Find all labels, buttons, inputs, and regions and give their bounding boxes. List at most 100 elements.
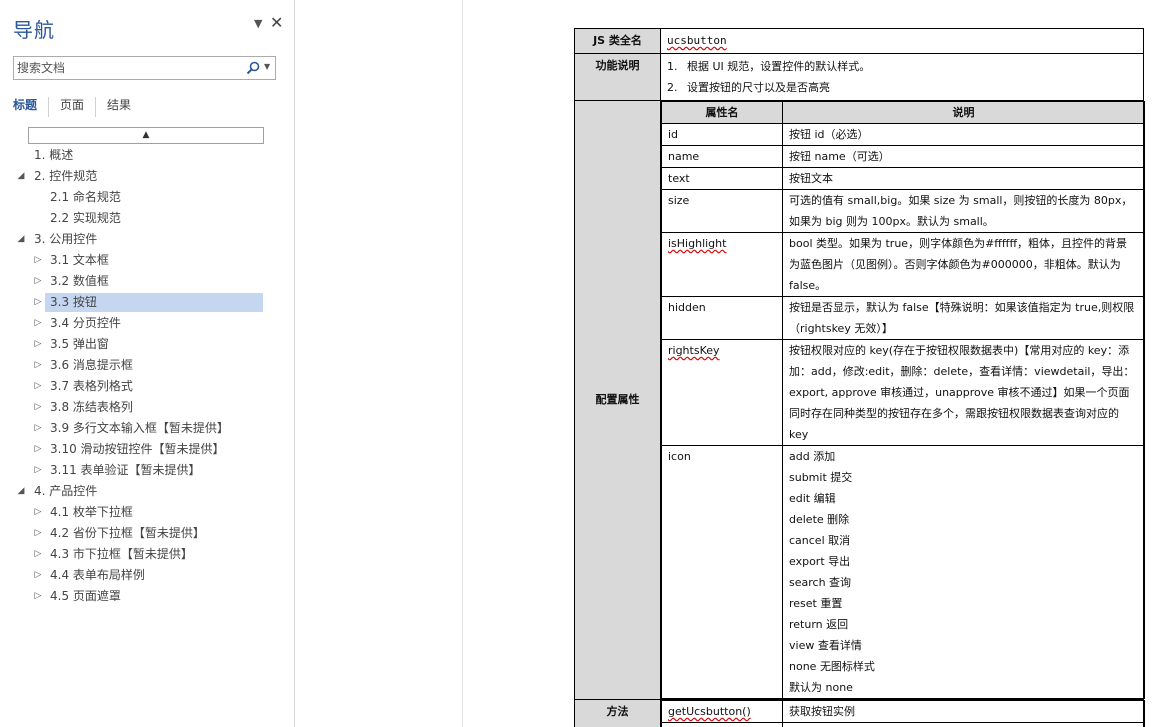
attribute-row-icon: icon add 添加 submit 提交 edit 编辑 delete 删除 cance… — [661, 445, 1145, 699]
nav-tree-item-label: 4.4 表单布局样例 — [50, 568, 145, 582]
attribute-header-row: 属性名 说明 — [661, 101, 1145, 124]
icon-option: cancel 取消 — [789, 534, 851, 547]
nav-tree-item[interactable]: ▷ 3.8 冻结表格列 — [0, 397, 295, 418]
nav-tree-item[interactable]: 2.2 实现规范 — [0, 208, 295, 229]
method-row-item: setText(value)设置按钮的文字 — [661, 722, 1145, 727]
attr-name-text: rightsKey — [668, 344, 720, 357]
search-options-icon[interactable]: ▼ — [264, 62, 270, 71]
nav-tree-item[interactable]: ▷ 4.3 市下拉框【暂未提供】 — [0, 544, 295, 565]
collapsed-arrow-icon[interactable]: ▷ — [32, 460, 44, 481]
collapsed-arrow-icon[interactable]: ▷ — [32, 523, 44, 544]
icon-option: view 查看详情 — [789, 639, 862, 652]
attr-name-text: id — [668, 128, 679, 141]
nav-tree-item[interactable]: ◢ 2. 控件规范 — [0, 166, 295, 187]
nav-tree-item[interactable]: ◢ 3. 公用控件 — [0, 229, 295, 250]
collapsed-arrow-icon[interactable]: ▷ — [32, 355, 44, 376]
tab-headings[interactable]: 标题 — [13, 97, 48, 117]
collapsed-arrow-icon[interactable]: ▷ — [32, 292, 44, 313]
js-class-value: ucsbutton — [667, 34, 727, 47]
method-name-text: getUcsbutton() — [668, 705, 751, 718]
attr-name: text — [661, 167, 783, 190]
collapsed-arrow-icon[interactable]: ▷ — [32, 376, 44, 397]
collapsed-arrow-icon[interactable]: ▷ — [32, 313, 44, 334]
method-label: 方法 — [574, 699, 661, 727]
attr-name: icon — [661, 445, 783, 699]
icon-option: submit 提交 — [789, 471, 853, 484]
method-row-item: getUcsbutton() 获取按钮实例 — [661, 700, 1145, 723]
tab-results[interactable]: 结果 — [95, 97, 142, 117]
nav-tree-item[interactable]: 2.1 命名规范 — [0, 187, 295, 208]
navigation-pane: 导航 ▼ ✕ ▼ 标题 页面 结果 ▲ 1. 概述 ◢ 2. 控件规范 2.1 命名规… — [0, 0, 295, 727]
collapsed-arrow-icon[interactable]: ▷ — [32, 439, 44, 460]
expanded-arrow-icon[interactable]: ◢ — [15, 229, 27, 250]
collapsed-arrow-icon[interactable]: ▷ — [32, 250, 44, 271]
collapsed-arrow-icon[interactable]: ▷ — [32, 334, 44, 355]
function-item: 1. 根据 UI 规范，设置控件的默认样式。 — [667, 60, 871, 73]
nav-tree-item[interactable]: ◢ 4. 产品控件 — [0, 481, 295, 502]
pane-options-icon[interactable]: ▼ — [254, 17, 262, 30]
collapsed-arrow-icon[interactable]: ▷ — [32, 418, 44, 439]
search-icon[interactable] — [245, 60, 261, 76]
nav-tree-item-label: 3.11 表单验证【暂未提供】 — [50, 463, 201, 477]
nav-tree-item[interactable]: 1. 概述 — [0, 145, 295, 166]
js-class-value-cell: ucsbutton — [660, 28, 1144, 54]
nav-tree-item-label: 3.2 数值框 — [50, 274, 109, 288]
attr-name-text: isHighlight — [668, 237, 727, 250]
nav-tree-item[interactable]: ▷ 3.6 消息提示框 — [0, 355, 295, 376]
collapsed-arrow-icon[interactable]: ▷ — [32, 397, 44, 418]
heading-tree: 1. 概述 ◢ 2. 控件规范 2.1 命名规范 2.2 实现规范 ◢ 3. 公用控件 ▷ 3.… — [0, 145, 295, 607]
attr-desc: bool 类型。如果为 true，则字体颜色为#ffffff，粗体，且控件的背景… — [782, 232, 1145, 297]
close-icon[interactable]: ✕ — [270, 13, 283, 32]
nav-tree-item-label: 3.1 文本框 — [50, 253, 109, 267]
nav-tree-item[interactable]: ▷ 3.9 多行文本输入框【暂未提供】 — [0, 418, 295, 439]
nav-tree-item-label: 4.5 页面遮罩 — [50, 589, 121, 603]
collapse-all-button[interactable]: ▲ — [28, 127, 264, 144]
nav-tree-item-label: 2.1 命名规范 — [50, 190, 121, 204]
attr-name: id — [661, 123, 783, 146]
expanded-arrow-icon[interactable]: ◢ — [15, 481, 27, 502]
attr-desc: 可选的值有 small,big。如果 size 为 small，则按钮的长度为 … — [782, 189, 1145, 233]
nav-tabs: 标题 页面 结果 — [13, 97, 142, 117]
button-spec-table: JS 类全名 ucsbutton 功能说明 1. 根据 UI 规范，设置控件的默认… — [574, 28, 1145, 727]
method-row: 方法 getUcsbutton() 获取按钮实例setText(value)设置按… — [574, 699, 1145, 727]
nav-tree-item[interactable]: ▷ 3.2 数值框 — [0, 271, 295, 292]
nav-tree-item-label: 3.6 消息提示框 — [50, 358, 133, 372]
config-row: 配置属性 属性名 说明 id 按钮 id（必选） name 按钮 name（可选） te… — [574, 100, 1145, 700]
expanded-arrow-icon[interactable]: ◢ — [15, 166, 27, 187]
icon-option: 默认为 none — [789, 681, 853, 694]
collapsed-arrow-icon[interactable]: ▷ — [32, 271, 44, 292]
nav-tree-item[interactable]: ▷ 4.1 枚举下拉框 — [0, 502, 295, 523]
collapsed-arrow-icon[interactable]: ▷ — [32, 502, 44, 523]
nav-tree-item[interactable]: ▷ 3.5 弹出窗 — [0, 334, 295, 355]
icon-option: none 无图标样式 — [789, 660, 875, 673]
attribute-row: text 按钮文本 — [661, 167, 1145, 190]
attr-desc: 按钮 name（可选） — [782, 145, 1145, 168]
method-table: getUcsbutton() 获取按钮实例setText(value)设置按钮的文… — [661, 700, 1145, 727]
nav-tree-item[interactable]: ▷ 3.3 按钮 — [0, 292, 295, 313]
method-desc: 获取按钮实例 — [782, 700, 1145, 723]
function-list: 1. 根据 UI 规范，设置控件的默认样式。 2. 设置按钮的尺寸以及是否高亮 — [660, 53, 1144, 101]
nav-tree-item[interactable]: ▷ 3.1 文本框 — [0, 250, 295, 271]
method-name: getUcsbutton() — [661, 700, 783, 723]
nav-tree-item[interactable]: ▷ 4.2 省份下拉框【暂未提供】 — [0, 523, 295, 544]
nav-tree-item[interactable]: ▷ 3.10 滑动按钮控件【暂未提供】 — [0, 439, 295, 460]
attribute-row: name 按钮 name（可选） — [661, 145, 1145, 168]
nav-tree-item-label: 3. 公用控件 — [34, 232, 98, 246]
nav-tree-item[interactable]: ▷ 4.4 表单布局样例 — [0, 565, 295, 586]
nav-tree-item-label: 3.3 按钮 — [50, 295, 97, 309]
function-row: 功能说明 1. 根据 UI 规范，设置控件的默认样式。 2. 设置按钮的尺寸以及是否… — [574, 53, 1144, 101]
nav-tree-item[interactable]: ▷ 3.11 表单验证【暂未提供】 — [0, 460, 295, 481]
collapsed-arrow-icon[interactable]: ▷ — [32, 544, 44, 565]
nav-tree-item[interactable]: ▷ 4.5 页面遮罩 — [0, 586, 295, 607]
attr-desc: 按钮文本 — [782, 167, 1145, 190]
search-input[interactable] — [14, 57, 242, 79]
nav-tree-item[interactable]: ▷ 3.7 表格列格式 — [0, 376, 295, 397]
tab-pages[interactable]: 页面 — [48, 97, 95, 117]
icon-option: return 返回 — [789, 618, 849, 631]
nav-tree-item[interactable]: ▷ 3.4 分页控件 — [0, 313, 295, 334]
collapsed-arrow-icon[interactable]: ▷ — [32, 565, 44, 586]
icon-option: add 添加 — [789, 450, 836, 463]
page-edge — [462, 0, 463, 727]
attr-desc: 按钮权限对应的 key(存在于按钮权限数据表中)【常用对应的 key：添加：ad… — [782, 339, 1145, 446]
collapsed-arrow-icon[interactable]: ▷ — [32, 586, 44, 607]
